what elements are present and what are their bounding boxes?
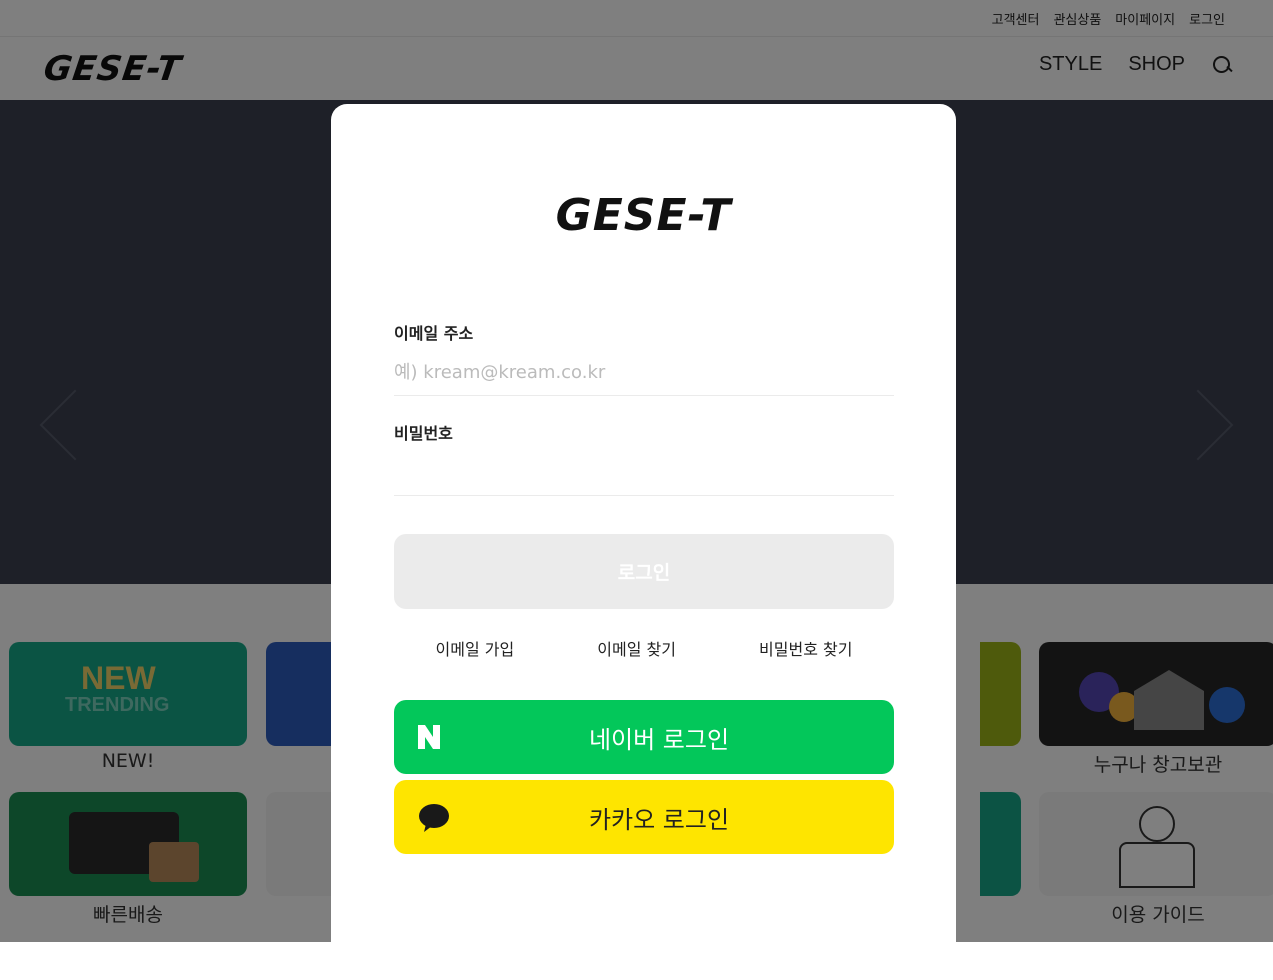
modal-logo: GESE-T [555,190,732,241]
naver-login-label: 네이버 로그인 [588,725,730,754]
naver-login-button[interactable]: 네이버 로그인 [394,700,894,774]
password-label: 비밀번호 [394,424,453,443]
account-links: 이메일 가입 이메일 찾기 비밀번호 찾기 [394,636,894,660]
bottom-strip [0,942,1273,980]
kakao-login-label: 카카오 로그인 [588,805,730,834]
email-field-group: 이메일 주소 [394,320,894,396]
find-email-link[interactable]: 이메일 찾기 [597,636,676,660]
email-label: 이메일 주소 [394,324,474,343]
email-signup-link[interactable]: 이메일 가입 [436,636,515,660]
password-field-group: 비밀번호 [394,420,894,496]
email-input[interactable] [394,350,894,396]
login-modal: GESE-T 이메일 주소 비밀번호 로그인 이메일 가입 이메일 찾기 비밀번… [331,104,956,942]
kakao-login-button[interactable]: 카카오 로그인 [394,780,894,854]
login-button[interactable]: 로그인 [394,534,894,609]
password-input[interactable] [394,450,894,496]
find-password-link[interactable]: 비밀번호 찾기 [759,636,852,660]
